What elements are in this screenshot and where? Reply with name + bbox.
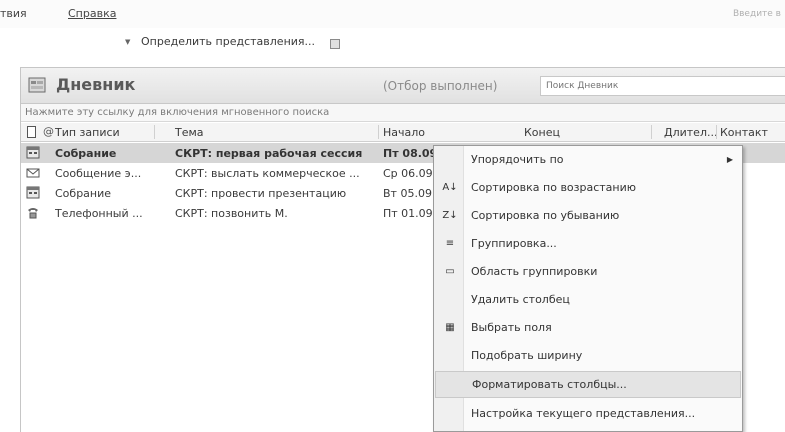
column-header-type[interactable]: Тип записи: [55, 126, 120, 139]
menu-bar: твия Справка Введите в: [0, 0, 785, 28]
menu-item-label: Упорядочить по: [471, 153, 564, 166]
menu-item-group-area[interactable]: ▭ Область группировки: [435, 259, 741, 286]
row-subject: СКРТ: выслать коммерческое ...: [175, 167, 360, 180]
column-header-subject[interactable]: Тема: [175, 126, 204, 139]
menu-item-label: Форматировать столбцы...: [472, 378, 627, 391]
column-separator[interactable]: [651, 125, 652, 139]
menu-item-group-by[interactable]: ≡ Группировка...: [435, 231, 741, 258]
journal-icon: [28, 77, 46, 93]
instant-search-link[interactable]: Нажмите эту ссылку для включения мгновен…: [25, 107, 329, 118]
group-area-icon: ▭: [445, 266, 455, 277]
menu-item-sort-descending[interactable]: Z↓ Сортировка по убыванию: [435, 203, 741, 230]
column-header-start[interactable]: Начало: [383, 126, 425, 139]
menu-item-label: Сортировка по убыванию: [471, 209, 620, 222]
meeting-icon: [26, 186, 40, 199]
view-options-icon[interactable]: [330, 39, 340, 49]
menu-item-label: Выбрать поля: [471, 321, 552, 334]
help-search-hint[interactable]: Введите в: [733, 9, 781, 19]
email-icon: [26, 168, 40, 178]
row-type: Собрание: [55, 147, 117, 160]
menu-item-actions[interactable]: твия: [0, 7, 27, 20]
search-box[interactable]: [540, 76, 785, 96]
menu-item-format-columns[interactable]: Форматировать столбцы...: [435, 371, 741, 398]
column-context-menu: Упорядочить по ▶ A↓ Сортировка по возрас…: [433, 145, 743, 432]
column-header-duration[interactable]: Длител...: [664, 126, 717, 139]
define-views-button[interactable]: Определить представления...: [141, 35, 315, 48]
meeting-icon: [26, 146, 40, 159]
pane-header: Дневник (Отбор выполнен): [21, 68, 785, 104]
field-chooser-icon: ▦: [445, 322, 455, 333]
instant-search-bar[interactable]: Нажмите эту ссылку для включения мгновен…: [21, 104, 785, 122]
column-separator[interactable]: [378, 125, 379, 139]
row-type: Телефонный ...: [55, 207, 143, 220]
page-title: Дневник: [56, 75, 136, 94]
column-separator[interactable]: [154, 125, 155, 139]
menu-item-label: Подобрать ширину: [471, 349, 583, 362]
column-header-contact[interactable]: Контакт: [720, 126, 768, 139]
row-type: Сообщение э...: [55, 167, 142, 180]
row-subject: СКРТ: провести презентацию: [175, 187, 347, 200]
menu-item-field-chooser[interactable]: ▦ Выбрать поля: [435, 315, 741, 342]
view-toolbar: ▼ Определить представления...: [0, 28, 785, 60]
submenu-arrow-icon: ▶: [726, 155, 733, 164]
menu-item-label: Сортировка по возрастанию: [471, 181, 637, 194]
column-separator[interactable]: [716, 125, 717, 139]
group-by-icon: ≡: [445, 238, 455, 249]
document-icon[interactable]: [27, 126, 36, 138]
sort-descending-icon: Z↓: [442, 210, 458, 221]
row-subject: СКРТ: позвонить М.: [175, 207, 288, 220]
menu-item-sort-by[interactable]: Упорядочить по ▶: [435, 147, 741, 174]
search-input[interactable]: [541, 77, 785, 95]
row-type: Собрание: [55, 187, 112, 200]
menu-item-sort-ascending[interactable]: A↓ Сортировка по возрастанию: [435, 175, 741, 202]
menu-item-label: Удалить столбец: [471, 293, 570, 306]
menu-item-best-fit[interactable]: Подобрать ширину: [435, 343, 741, 370]
filter-status: (Отбор выполнен): [383, 79, 498, 93]
menu-item-label: Настройка текущего представления...: [471, 407, 696, 420]
row-subject: СКРТ: первая рабочая сессия: [175, 147, 363, 160]
phone-icon: [28, 208, 38, 219]
column-header-end[interactable]: Конец: [524, 126, 560, 139]
dropdown-arrow-icon[interactable]: ▼: [125, 38, 130, 46]
menu-item-label: Группировка...: [471, 237, 557, 250]
menu-item-help[interactable]: Справка: [68, 7, 116, 20]
attachment-icon[interactable]: @: [43, 125, 54, 138]
menu-item-customize-view[interactable]: Настройка текущего представления...: [435, 401, 741, 428]
column-header-row: @ Тип записи Тема Начало Конец Длител...…: [21, 123, 785, 142]
menu-item-remove-column[interactable]: Удалить столбец: [435, 287, 741, 314]
menu-item-label: Область группировки: [471, 265, 598, 278]
sort-ascending-icon: A↓: [442, 182, 458, 193]
